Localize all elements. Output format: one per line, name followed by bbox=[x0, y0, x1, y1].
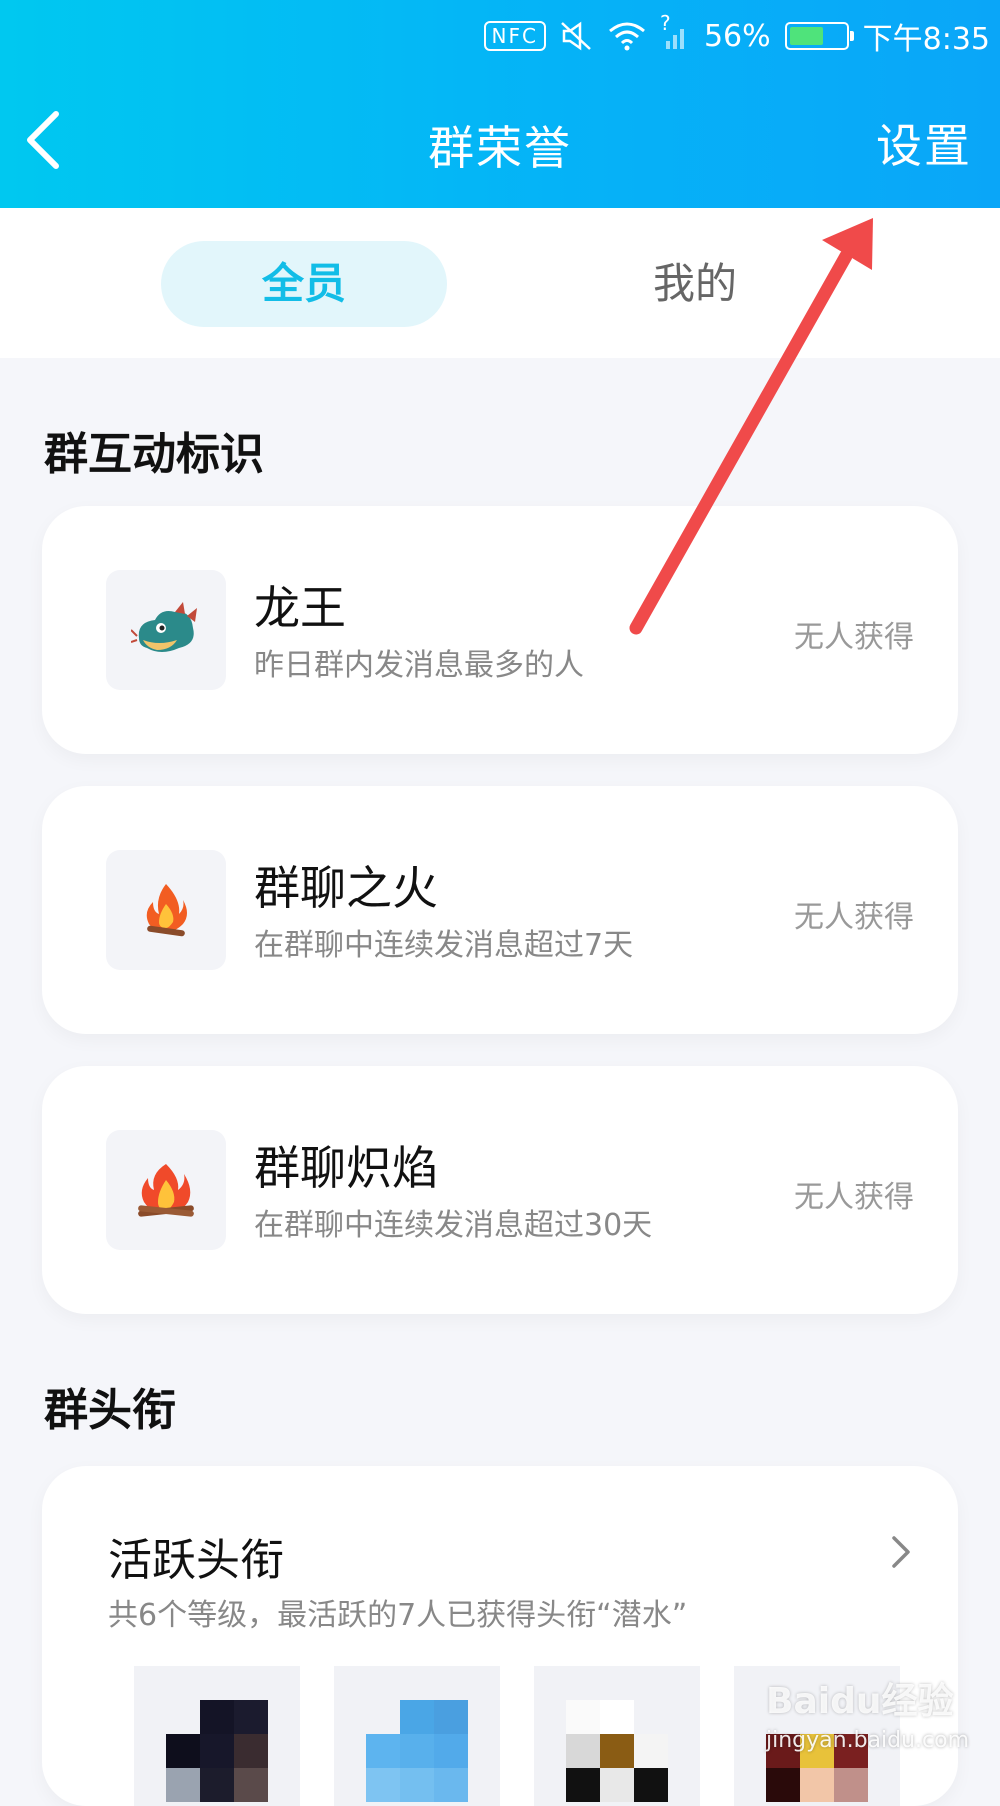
watermark-url: jingyan.baidu.com bbox=[766, 1728, 970, 1753]
page-title: 群荣誉 bbox=[428, 121, 572, 175]
dragon-icon bbox=[131, 602, 197, 652]
member-avatar[interactable] bbox=[134, 1666, 300, 1806]
title-card-desc: 共6个等级，最活跃的7人已获得头衔“潜水” bbox=[108, 1598, 688, 1633]
badge-status: 无人获得 bbox=[794, 620, 914, 655]
title-card-name: 活跃头衔 bbox=[108, 1535, 284, 1586]
settings-button[interactable]: 设置 bbox=[876, 110, 972, 176]
badge-desc: 昨日群内发消息最多的人 bbox=[254, 648, 584, 683]
battery-level bbox=[789, 27, 824, 45]
badge-card-chat-fire[interactable]: 群聊之火 在群聊中连续发消息超过7天 无人获得 bbox=[42, 786, 958, 1034]
member-avatar[interactable] bbox=[534, 1666, 700, 1806]
tab-mine[interactable]: 我的 bbox=[590, 241, 800, 327]
tab-bar: 全员 我的 bbox=[0, 208, 1000, 358]
badge-icon-box bbox=[106, 850, 226, 970]
member-avatar[interactable] bbox=[334, 1666, 500, 1806]
active-title-card[interactable]: 活跃头衔 共6个等级，最活跃的7人已获得头衔“潜水” bbox=[42, 1466, 958, 1806]
fire-icon bbox=[146, 884, 187, 937]
wifi-icon bbox=[608, 22, 645, 51]
status-bar: NFC ? 56% 下午8:35 bbox=[483, 11, 990, 58]
badge-icon-box bbox=[106, 570, 226, 690]
battery-percent: 56% bbox=[703, 18, 771, 54]
badge-name: 龙王 bbox=[254, 581, 346, 635]
app-header: NFC ? 56% 下午8:35 群荣誉 设置 bbox=[0, 0, 1000, 208]
badge-name: 群聊炽焰 bbox=[254, 1141, 438, 1195]
badge-card-chat-blaze[interactable]: 群聊炽焰 在群聊中连续发消息超过30天 无人获得 bbox=[42, 1066, 958, 1314]
section-title-group-titles: 群头衔 bbox=[44, 1385, 176, 1436]
clock: 下午8:35 bbox=[862, 22, 990, 57]
badge-status: 无人获得 bbox=[794, 900, 914, 935]
badge-icon-box bbox=[106, 1130, 226, 1250]
badge-card-dragon-king[interactable]: 龙王 昨日群内发消息最多的人 无人获得 bbox=[42, 506, 958, 754]
section-title-interaction: 群互动标识 bbox=[44, 429, 264, 480]
chevron-right-icon[interactable] bbox=[888, 1532, 914, 1572]
badge-desc: 在群聊中连续发消息超过30天 bbox=[254, 1208, 653, 1243]
battery-icon bbox=[784, 22, 854, 50]
tab-all[interactable]: 全员 bbox=[161, 241, 447, 327]
badge-status: 无人获得 bbox=[794, 1180, 914, 1215]
watermark-logo: Baidu经验 bbox=[766, 1681, 954, 1722]
badge-name: 群聊之火 bbox=[254, 861, 438, 915]
blazing-fire-icon bbox=[138, 1164, 194, 1217]
nfc-indicator: NFC bbox=[483, 21, 546, 51]
mute-icon bbox=[561, 21, 591, 51]
signal-icon: ? bbox=[660, 11, 690, 51]
badge-desc: 在群聊中连续发消息超过7天 bbox=[254, 928, 634, 963]
